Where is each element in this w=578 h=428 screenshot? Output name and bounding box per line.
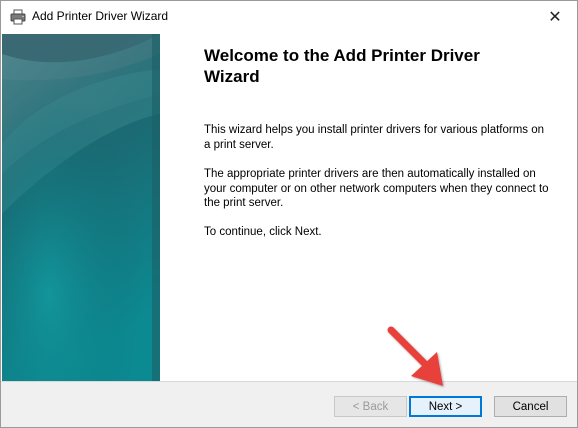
banner-graphic [2,34,160,381]
page-title: Welcome to the Add Printer Driver Wizard [204,46,480,86]
wizard-content: Welcome to the Add Printer Driver Wizard… [204,45,549,238]
intro-paragraph: This wizard helps you install printer dr… [204,124,545,151]
close-icon: ✕ [548,9,562,26]
back-button[interactable]: < Back [334,396,407,417]
close-button[interactable]: ✕ [533,1,577,33]
window-title: Add Printer Driver Wizard [32,9,169,23]
printer-icon [10,9,26,25]
next-button[interactable]: Next > [409,396,482,417]
cancel-button[interactable]: Cancel [494,396,567,417]
wizard-side-banner [2,34,160,381]
title-bar: Add Printer Driver Wizard ✕ [1,1,577,33]
continue-instruction: To continue, click Next. [204,226,322,238]
wizard-window: Add Printer Driver Wizard ✕ Welcome to t… [0,0,578,428]
button-bar: < Back Next > Cancel [1,382,577,427]
details-paragraph: The appropriate printer drivers are then… [204,168,549,209]
